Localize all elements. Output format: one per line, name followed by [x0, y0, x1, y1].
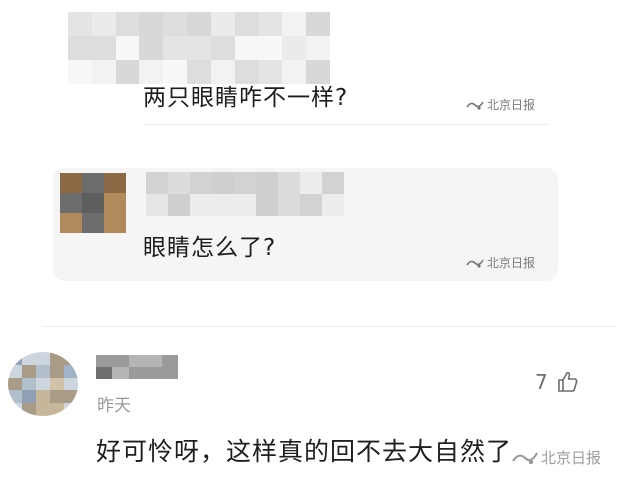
newspaper-logo-icon: [466, 101, 484, 110]
like-button[interactable]: 7: [535, 370, 580, 394]
newspaper-logo-icon: [512, 452, 538, 464]
comment-separator: [143, 124, 548, 125]
blurred-username-2: [146, 172, 344, 216]
comment-text-1: 两只眼睛咋不一样?: [143, 85, 349, 111]
blurred-avatar-2[interactable]: [60, 173, 126, 233]
watermark-1: 北京日报: [466, 96, 535, 113]
watermark-text: 北京日报: [541, 449, 602, 467]
watermark-2: 北京日报: [466, 254, 535, 271]
newspaper-logo-icon: [466, 259, 484, 268]
section-divider: [42, 326, 616, 327]
blurred-username-3[interactable]: [96, 355, 178, 379]
avatar[interactable]: [8, 352, 78, 416]
comment-text-3: 好可怜呀，这样真的回不去大自然了: [96, 437, 513, 466]
watermark-3: 北京日报: [512, 447, 601, 468]
like-count: 7: [535, 370, 548, 394]
blurred-username-1: [68, 12, 330, 84]
comment-text-2: 眼睛怎么了?: [143, 235, 277, 261]
watermark-text: 北京日报: [487, 98, 536, 112]
thumbs-up-icon: [557, 371, 578, 392]
watermark-text: 北京日报: [487, 256, 536, 270]
comment-timestamp: 昨天: [97, 396, 131, 416]
